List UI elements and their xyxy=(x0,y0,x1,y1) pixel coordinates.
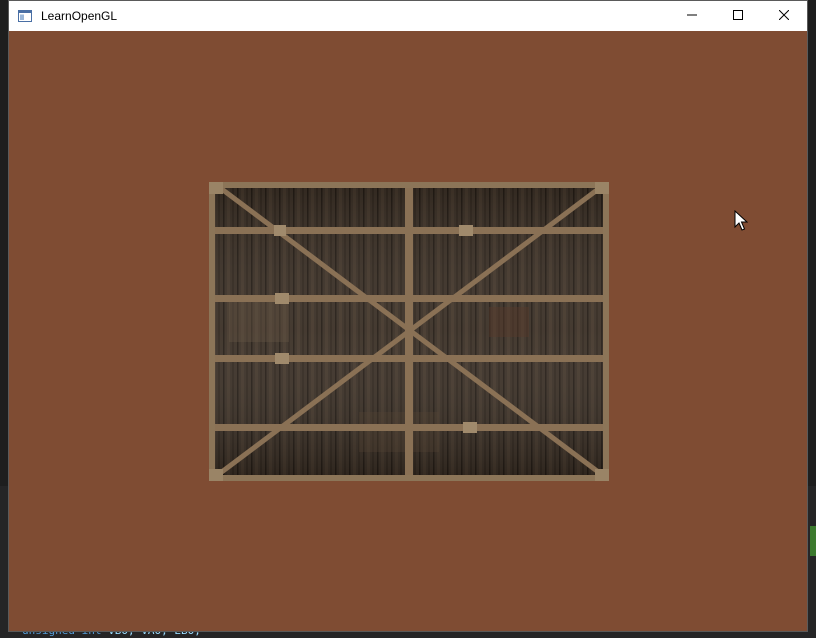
title-bar[interactable]: LearnOpenGL xyxy=(9,1,807,31)
minimize-button[interactable] xyxy=(669,1,715,31)
textured-quad xyxy=(209,182,609,481)
desktop: unsigned int VBO, VAO, EBO; LearnOpenGL xyxy=(0,0,816,638)
close-icon xyxy=(778,7,790,25)
minimize-icon xyxy=(687,7,697,25)
close-button[interactable] xyxy=(761,1,807,31)
maximize-button[interactable] xyxy=(715,1,761,31)
mouse-cursor-icon xyxy=(734,210,748,231)
maximize-icon xyxy=(733,7,743,25)
opengl-viewport[interactable] xyxy=(9,31,807,631)
window-title: LearnOpenGL xyxy=(41,9,118,23)
ide-scrollbar-marker xyxy=(810,526,816,556)
caption-buttons xyxy=(669,1,807,31)
app-window-icon xyxy=(17,8,33,24)
app-window[interactable]: LearnOpenGL xyxy=(8,0,808,632)
